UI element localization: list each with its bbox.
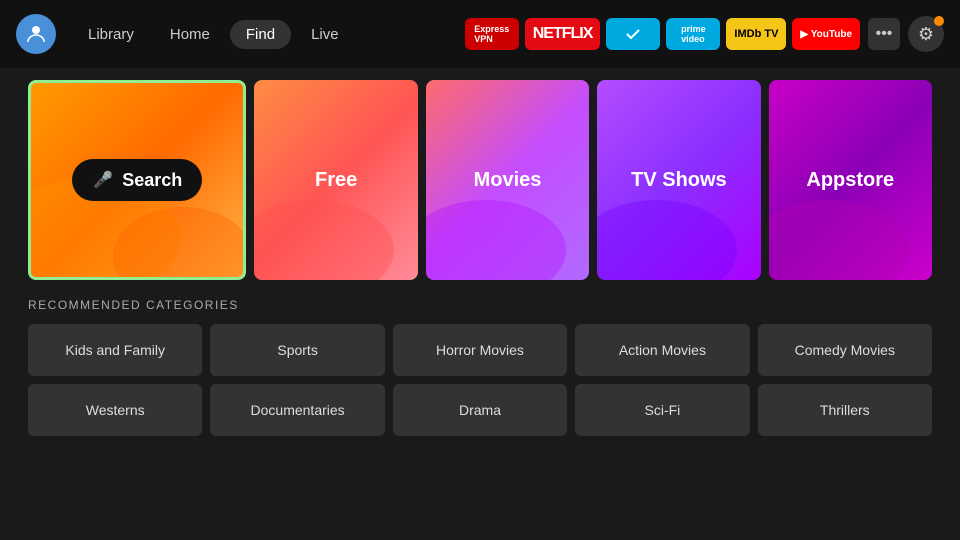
section-title: RECOMMENDED CATEGORIES bbox=[28, 298, 932, 312]
gear-icon: ⚙ bbox=[918, 24, 934, 45]
header: Library Home Find Live ExpressVPN NETFLI… bbox=[0, 0, 960, 68]
category-action-movies[interactable]: Action Movies bbox=[575, 324, 749, 376]
category-documentaries[interactable]: Documentaries bbox=[210, 384, 384, 436]
category-westerns[interactable]: Westerns bbox=[28, 384, 202, 436]
app-prime[interactable]: primevideo bbox=[666, 18, 720, 50]
category-grid: Kids and Family Sports Horror Movies Act… bbox=[28, 324, 932, 436]
avatar[interactable] bbox=[16, 14, 56, 54]
nav-find[interactable]: Find bbox=[230, 20, 291, 49]
category-horror-movies[interactable]: Horror Movies bbox=[393, 324, 567, 376]
tile-tvshows[interactable]: TV Shows bbox=[597, 80, 760, 280]
nav-live[interactable]: Live bbox=[295, 20, 355, 49]
more-button[interactable]: ••• bbox=[868, 18, 900, 50]
appstore-label: Appstore bbox=[806, 169, 894, 192]
app-youtube[interactable]: ▶ YouTube bbox=[792, 18, 860, 50]
app-imdb[interactable]: IMDb TV bbox=[726, 18, 786, 50]
search-pill[interactable]: 🎤 Search bbox=[72, 159, 202, 201]
main-content: 🎤 Search Free Movies TV Shows Appstore R… bbox=[0, 68, 960, 448]
nav-links: Library Home Find Live bbox=[72, 20, 355, 49]
nav-home[interactable]: Home bbox=[154, 20, 226, 49]
app-netflix[interactable]: NETFLIX bbox=[525, 18, 601, 50]
recommended-section: RECOMMENDED CATEGORIES Kids and Family S… bbox=[28, 298, 932, 436]
settings-button[interactable]: ⚙ bbox=[908, 16, 944, 52]
tile-movies[interactable]: Movies bbox=[426, 80, 589, 280]
movies-label: Movies bbox=[474, 169, 542, 192]
category-kids-family[interactable]: Kids and Family bbox=[28, 324, 202, 376]
category-drama[interactable]: Drama bbox=[393, 384, 567, 436]
tile-appstore[interactable]: Appstore bbox=[769, 80, 932, 280]
category-thrillers[interactable]: Thrillers bbox=[758, 384, 932, 436]
app-expressvpn[interactable]: ExpressVPN bbox=[465, 18, 519, 50]
app-icons: ExpressVPN NETFLIX primevideo IMDb TV ▶ … bbox=[465, 18, 860, 50]
category-sports[interactable]: Sports bbox=[210, 324, 384, 376]
mic-icon: 🎤 bbox=[92, 169, 114, 191]
category-sci-fi[interactable]: Sci-Fi bbox=[575, 384, 749, 436]
tvshows-label: TV Shows bbox=[631, 169, 727, 192]
tiles-row: 🎤 Search Free Movies TV Shows Appstore bbox=[28, 80, 932, 280]
app-freevee[interactable] bbox=[606, 18, 660, 50]
category-comedy-movies[interactable]: Comedy Movies bbox=[758, 324, 932, 376]
search-label: Search bbox=[122, 170, 182, 191]
tile-free[interactable]: Free bbox=[254, 80, 417, 280]
settings-badge bbox=[934, 16, 944, 26]
nav-library[interactable]: Library bbox=[72, 20, 150, 49]
tile-search[interactable]: 🎤 Search bbox=[28, 80, 246, 280]
free-label: Free bbox=[315, 169, 357, 192]
